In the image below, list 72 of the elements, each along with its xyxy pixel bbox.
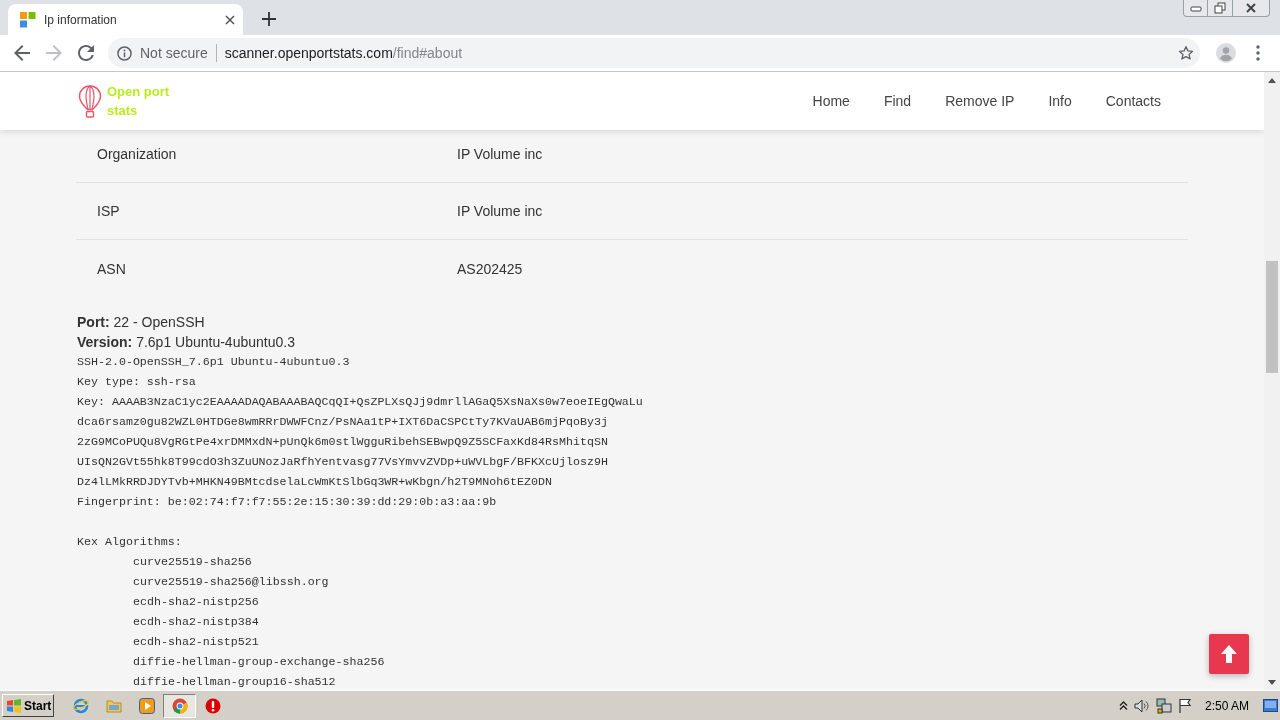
chevron-up-icon[interactable] [1118, 701, 1128, 710]
arrow-up-icon [1220, 644, 1238, 664]
nav-link[interactable]: Find [883, 93, 912, 109]
code-line: Key: AAAAB3NzaC1yc2EAAAADAQABAAABAQCqQI+QsZPLXsQJj9dmrllAGaQ5XsNaXs0w7eoeIEgQwaLu [77, 394, 643, 410]
arrow-left-icon [14, 45, 30, 61]
reload-icon [78, 45, 94, 61]
favicon-icon [20, 11, 36, 28]
algorithm-item: diffie-hellman-group16-sha512 [133, 674, 336, 690]
security-label: Not secure [140, 45, 208, 61]
clock[interactable]: 2:50 AM [1204, 698, 1249, 713]
row-value: AS202425 [457, 260, 523, 277]
avatar-icon [1216, 43, 1236, 63]
close-icon[interactable] [225, 14, 235, 25]
code-line: UIsQN2GVt55hk8T99cdO3h3ZuUNozJaRfhYentvasg77VsYmvvZVDp+uWVLbgF/BFKXcUjlosz9H [77, 454, 608, 470]
address-bar[interactable]: Not secure scanner.openportstats.com/find#about [108, 38, 1200, 68]
network-icon[interactable] [1155, 697, 1172, 714]
algorithm-item: curve25519-sha256 [133, 554, 252, 570]
code-line: 2zG9MCoPUQu8VgRGtPe4xrDMMxdN+pUnQk6m0stlWgguRibehSEBwpQ9Z5SCFaxKd84RsMhitqSN [77, 434, 608, 450]
section-heading: Kex Algorithms: [77, 534, 182, 550]
round-logo-icon [171, 697, 188, 714]
nav-link[interactable]: Remove IP [945, 93, 1015, 109]
speaker-icon[interactable] [1133, 698, 1150, 713]
info-icon [117, 45, 132, 61]
globe-icon [72, 697, 89, 714]
row-label: ISP [96, 203, 120, 219]
code-line: Dz4lLMkRRDJDYTvb+MHKN49BMtcdselaLcWmKtSlbGq3WR+wKbgn/h2T9MNoh6tEZ0DN [77, 474, 552, 490]
scrollbar-thumb[interactable] [1266, 261, 1278, 373]
menu-dots-icon [1256, 45, 1260, 61]
algorithm-item: diffie-hellman-group-exchange-sha256 [133, 654, 385, 670]
code-line: SSH-2.0-OpenSSH_7.6p1 Ubuntu-4ubuntu0.3 [77, 354, 350, 370]
browser-tab[interactable]: Ip information [8, 4, 243, 35]
algorithm-item: ecdh-sha2-nistp384 [133, 614, 259, 630]
caret-down-icon[interactable] [1268, 679, 1276, 685]
port-info-line: Port: 22 - OpenSSH [77, 314, 205, 330]
code-line: dca6rsamz0gu82WZL0HTDGe8wmRRrDWWFCnz/PsNAa1tP+IXT6DaCSPCtTy7KVaUAB6mjPqoBy3j [77, 414, 608, 430]
minimize-button[interactable] [1183, 0, 1208, 17]
tab-title: Ip information [44, 12, 118, 27]
star-icon [1178, 45, 1194, 61]
algorithm-item: ecdh-sha2-nistp256 [133, 594, 259, 610]
windows-flag-icon [6, 698, 22, 713]
nav-link[interactable]: Contacts [1105, 93, 1161, 109]
desktop-icon[interactable] [1263, 699, 1278, 712]
code-line: Fingerprint: be:02:74:f7:f7:55:2e:15:30:39:dd:29:0b:a3:aa:9b [77, 494, 497, 510]
minimize-icon [1189, 4, 1202, 12]
row-label: ASN [96, 260, 126, 277]
scrollbar[interactable] [1264, 72, 1280, 690]
plus-icon [262, 12, 276, 26]
restore-icon [1214, 2, 1226, 14]
code-line: Key type: ssh-rsa [77, 374, 196, 390]
row-label: Organization [96, 146, 177, 162]
close-window-button[interactable] [1233, 0, 1270, 17]
play-icon [138, 697, 155, 714]
algorithm-item: ecdh-sha2-nistp521 [133, 634, 259, 650]
row-value: IP Volume inc [457, 146, 543, 162]
algorithm-item: curve25519-sha256@libssh.org [133, 574, 329, 590]
caret-up-icon[interactable] [1268, 77, 1276, 83]
scroll-top-button[interactable] [1209, 634, 1249, 674]
flag-icon[interactable] [1177, 698, 1193, 713]
folder-icon [105, 698, 122, 713]
arrow-right-icon [46, 45, 62, 61]
close-icon [1245, 3, 1257, 13]
alert-icon [204, 697, 221, 714]
start-button[interactable]: Start [2, 694, 54, 717]
url-host: scanner.openportstats.com [224, 45, 393, 61]
taskbar-app[interactable] [163, 693, 196, 718]
row-value: IP Volume inc [457, 203, 543, 219]
nav-link[interactable]: Home [812, 93, 850, 109]
url-path: /find#about [392, 45, 463, 61]
restore-button[interactable] [1208, 0, 1233, 17]
balloon-icon [78, 84, 102, 118]
port-info-line: Version: 7.6p1 Ubuntu-4ubuntu0.3 [77, 334, 295, 350]
nav-link[interactable]: Info [1048, 93, 1072, 109]
